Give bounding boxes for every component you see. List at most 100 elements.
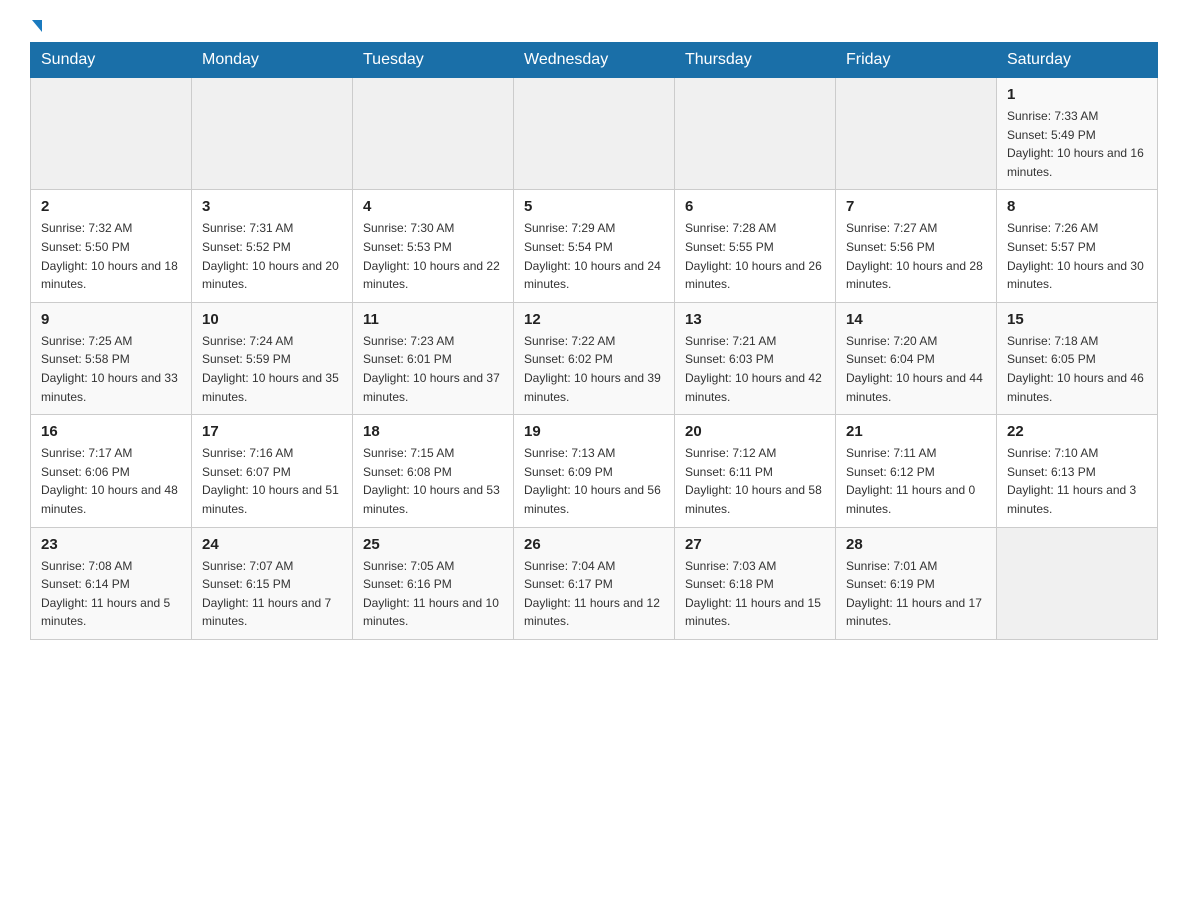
day-number: 18 <box>363 423 503 440</box>
day-of-week-header: Sunday <box>31 43 192 78</box>
day-info: Sunrise: 7:16 AM Sunset: 6:07 PM Dayligh… <box>202 444 342 518</box>
day-number: 1 <box>1007 86 1147 103</box>
calendar-day-cell: 21 Sunrise: 7:11 AM Sunset: 6:12 PM Dayli… <box>836 415 997 527</box>
day-info: Sunrise: 7:29 AM Sunset: 5:54 PM Dayligh… <box>524 219 664 293</box>
calendar-day-cell: 11 Sunrise: 7:23 AM Sunset: 6:01 PM Dayli… <box>353 302 514 414</box>
day-number: 20 <box>685 423 825 440</box>
day-info: Sunrise: 7:31 AM Sunset: 5:52 PM Dayligh… <box>202 219 342 293</box>
day-number: 9 <box>41 311 181 328</box>
calendar-week-row: 9 Sunrise: 7:25 AM Sunset: 5:58 PM Daylig… <box>31 302 1158 414</box>
day-info: Sunrise: 7:23 AM Sunset: 6:01 PM Dayligh… <box>363 332 503 406</box>
day-info: Sunrise: 7:17 AM Sunset: 6:06 PM Dayligh… <box>41 444 181 518</box>
day-info: Sunrise: 7:15 AM Sunset: 6:08 PM Dayligh… <box>363 444 503 518</box>
day-number: 10 <box>202 311 342 328</box>
day-info: Sunrise: 7:25 AM Sunset: 5:58 PM Dayligh… <box>41 332 181 406</box>
calendar-day-cell: 3 Sunrise: 7:31 AM Sunset: 5:52 PM Daylig… <box>192 190 353 302</box>
calendar-day-cell: 9 Sunrise: 7:25 AM Sunset: 5:58 PM Daylig… <box>31 302 192 414</box>
calendar-day-cell: 20 Sunrise: 7:12 AM Sunset: 6:11 PM Dayli… <box>675 415 836 527</box>
calendar-day-cell: 25Sunrise: 7:05 AM Sunset: 6:16 PM Dayli… <box>353 527 514 639</box>
day-info: Sunrise: 7:30 AM Sunset: 5:53 PM Dayligh… <box>363 219 503 293</box>
day-number: 6 <box>685 198 825 215</box>
day-info: Sunrise: 7:28 AM Sunset: 5:55 PM Dayligh… <box>685 219 825 293</box>
day-number: 24 <box>202 536 342 553</box>
calendar-day-cell <box>31 78 192 190</box>
calendar-header: SundayMondayTuesdayWednesdayThursdayFrid… <box>31 43 1158 78</box>
day-info: Sunrise: 7:26 AM Sunset: 5:57 PM Dayligh… <box>1007 219 1147 293</box>
day-number: 13 <box>685 311 825 328</box>
day-number: 26 <box>524 536 664 553</box>
day-number: 28 <box>846 536 986 553</box>
days-of-week-row: SundayMondayTuesdayWednesdayThursdayFrid… <box>31 43 1158 78</box>
day-of-week-header: Friday <box>836 43 997 78</box>
calendar-day-cell: 10 Sunrise: 7:24 AM Sunset: 5:59 PM Dayli… <box>192 302 353 414</box>
calendar-day-cell: 26Sunrise: 7:04 AM Sunset: 6:17 PM Dayli… <box>514 527 675 639</box>
calendar-day-cell: 8 Sunrise: 7:26 AM Sunset: 5:57 PM Daylig… <box>997 190 1158 302</box>
day-number: 5 <box>524 198 664 215</box>
day-info: Sunrise: 7:33 AM Sunset: 5:49 PM Dayligh… <box>1007 107 1147 181</box>
day-number: 23 <box>41 536 181 553</box>
calendar-day-cell: 4 Sunrise: 7:30 AM Sunset: 5:53 PM Daylig… <box>353 190 514 302</box>
day-info: Sunrise: 7:03 AM Sunset: 6:18 PM Dayligh… <box>685 557 825 631</box>
day-info: Sunrise: 7:11 AM Sunset: 6:12 PM Dayligh… <box>846 444 986 518</box>
logo <box>30 20 42 32</box>
day-info: Sunrise: 7:12 AM Sunset: 6:11 PM Dayligh… <box>685 444 825 518</box>
day-info: Sunrise: 7:24 AM Sunset: 5:59 PM Dayligh… <box>202 332 342 406</box>
day-info: Sunrise: 7:05 AM Sunset: 6:16 PM Dayligh… <box>363 557 503 631</box>
calendar-day-cell: 19 Sunrise: 7:13 AM Sunset: 6:09 PM Dayli… <box>514 415 675 527</box>
day-of-week-header: Tuesday <box>353 43 514 78</box>
day-info: Sunrise: 7:20 AM Sunset: 6:04 PM Dayligh… <box>846 332 986 406</box>
calendar-week-row: 23 Sunrise: 7:08 AM Sunset: 6:14 PM Dayli… <box>31 527 1158 639</box>
calendar-day-cell <box>997 527 1158 639</box>
day-number: 12 <box>524 311 664 328</box>
calendar-day-cell <box>675 78 836 190</box>
calendar-day-cell <box>514 78 675 190</box>
calendar-day-cell: 24 Sunrise: 7:07 AM Sunset: 6:15 PM Dayli… <box>192 527 353 639</box>
calendar-week-row: 16 Sunrise: 7:17 AM Sunset: 6:06 PM Dayli… <box>31 415 1158 527</box>
day-info: Sunrise: 7:27 AM Sunset: 5:56 PM Dayligh… <box>846 219 986 293</box>
day-info: Sunrise: 7:22 AM Sunset: 6:02 PM Dayligh… <box>524 332 664 406</box>
calendar-day-cell: 18 Sunrise: 7:15 AM Sunset: 6:08 PM Dayli… <box>353 415 514 527</box>
day-number: 17 <box>202 423 342 440</box>
page-header <box>30 20 1158 32</box>
day-number: 15 <box>1007 311 1147 328</box>
calendar-day-cell: 15 Sunrise: 7:18 AM Sunset: 6:05 PM Dayli… <box>997 302 1158 414</box>
day-number: 8 <box>1007 198 1147 215</box>
calendar-day-cell: 27 Sunrise: 7:03 AM Sunset: 6:18 PM Dayli… <box>675 527 836 639</box>
calendar-day-cell: 16 Sunrise: 7:17 AM Sunset: 6:06 PM Dayli… <box>31 415 192 527</box>
day-number: 11 <box>363 311 503 328</box>
calendar-day-cell <box>836 78 997 190</box>
day-of-week-header: Wednesday <box>514 43 675 78</box>
day-number: 27 <box>685 536 825 553</box>
day-number: 16 <box>41 423 181 440</box>
day-number: 22 <box>1007 423 1147 440</box>
day-of-week-header: Thursday <box>675 43 836 78</box>
calendar-day-cell <box>192 78 353 190</box>
day-info: Sunrise: 7:08 AM Sunset: 6:14 PM Dayligh… <box>41 557 181 631</box>
calendar-day-cell: 17 Sunrise: 7:16 AM Sunset: 6:07 PM Dayli… <box>192 415 353 527</box>
day-info: Sunrise: 7:18 AM Sunset: 6:05 PM Dayligh… <box>1007 332 1147 406</box>
calendar-day-cell <box>353 78 514 190</box>
calendar-day-cell: 14Sunrise: 7:20 AM Sunset: 6:04 PM Dayli… <box>836 302 997 414</box>
day-info: Sunrise: 7:07 AM Sunset: 6:15 PM Dayligh… <box>202 557 342 631</box>
day-of-week-header: Monday <box>192 43 353 78</box>
day-info: Sunrise: 7:13 AM Sunset: 6:09 PM Dayligh… <box>524 444 664 518</box>
day-number: 21 <box>846 423 986 440</box>
calendar-day-cell: 22 Sunrise: 7:10 AM Sunset: 6:13 PM Dayli… <box>997 415 1158 527</box>
day-number: 7 <box>846 198 986 215</box>
calendar-table: SundayMondayTuesdayWednesdayThursdayFrid… <box>30 42 1158 640</box>
day-number: 19 <box>524 423 664 440</box>
day-number: 3 <box>202 198 342 215</box>
calendar-day-cell: 12 Sunrise: 7:22 AM Sunset: 6:02 PM Dayli… <box>514 302 675 414</box>
day-number: 4 <box>363 198 503 215</box>
day-info: Sunrise: 7:32 AM Sunset: 5:50 PM Dayligh… <box>41 219 181 293</box>
day-info: Sunrise: 7:21 AM Sunset: 6:03 PM Dayligh… <box>685 332 825 406</box>
calendar-day-cell: 1 Sunrise: 7:33 AM Sunset: 5:49 PM Daylig… <box>997 78 1158 190</box>
day-info: Sunrise: 7:01 AM Sunset: 6:19 PM Dayligh… <box>846 557 986 631</box>
calendar-week-row: 1 Sunrise: 7:33 AM Sunset: 5:49 PM Daylig… <box>31 78 1158 190</box>
calendar-day-cell: 6 Sunrise: 7:28 AM Sunset: 5:55 PM Daylig… <box>675 190 836 302</box>
day-of-week-header: Saturday <box>997 43 1158 78</box>
calendar-day-cell: 2 Sunrise: 7:32 AM Sunset: 5:50 PM Daylig… <box>31 190 192 302</box>
logo-triangle-icon <box>32 20 42 32</box>
day-number: 2 <box>41 198 181 215</box>
day-info: Sunrise: 7:10 AM Sunset: 6:13 PM Dayligh… <box>1007 444 1147 518</box>
